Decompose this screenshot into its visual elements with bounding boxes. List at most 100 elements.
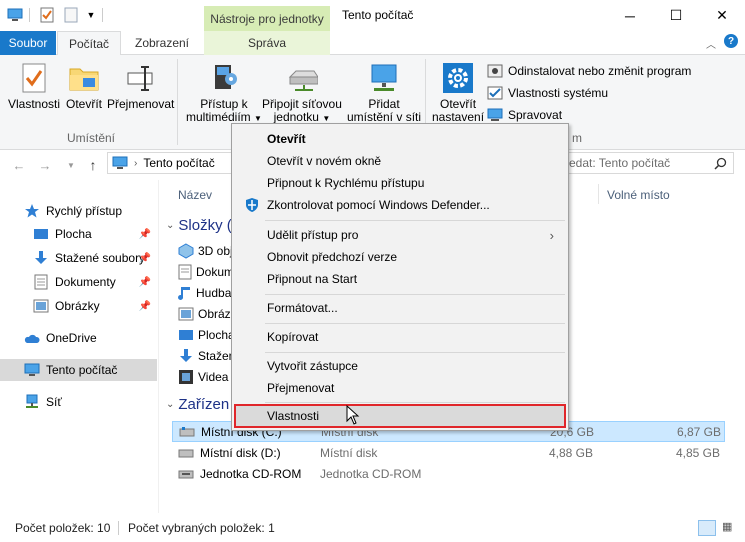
customize-quick-access-icon[interactable]: ▼ [82,6,100,24]
minimize-button[interactable]: ─ [607,0,653,31]
large-icons-view-icon[interactable]: ▦ [722,520,738,536]
rename-ribbon-button[interactable]: Přejmenovat [107,61,174,111]
column-header-name[interactable]: Název [178,188,212,202]
mouse-cursor-icon [346,405,360,425]
search-input[interactable]: edat: Tento počítač [566,152,734,174]
collapse-ribbon-icon[interactable]: ︿ [706,36,716,51]
system-properties-button[interactable]: Vlastnosti systému [487,83,608,103]
close-button[interactable]: ✕ [699,0,745,31]
shield-icon [246,198,258,212]
chevron-down-icon: ▼ [322,114,331,123]
network-location-icon [368,61,400,95]
maximize-button[interactable]: ☐ [653,0,699,31]
download-icon [33,250,49,266]
sidebar-item-desktop[interactable]: Plocha 📌 [0,223,157,245]
pictures-icon [178,307,194,321]
tab-view[interactable]: Zobrazení [121,31,203,55]
menu-item-create-shortcut[interactable]: Vytvořit zástupce [234,355,566,377]
menu-item-restore-previous[interactable]: Obnovit předchozí verze [234,246,566,268]
divider [598,184,599,204]
list-item[interactable]: Dokum [178,262,234,282]
up-arrow-icon[interactable]: ↑ [84,156,102,174]
list-item[interactable]: Videa [178,367,228,387]
sidebar-item-network[interactable]: Síť [0,391,157,413]
manage-button[interactable]: Spravovat [487,105,562,125]
new-folder-quick-icon[interactable] [62,6,80,24]
list-item-label: Stažen [198,349,236,363]
folders-group-header[interactable]: ⌄ Složky ( [166,217,232,234]
location-group-label: Umístění [67,131,116,145]
menu-item-grant-access[interactable]: Udělit přístup pro › [234,224,566,246]
properties-ribbon-button[interactable]: Vlastnosti [8,61,60,111]
divider [118,520,119,535]
table-row[interactable]: Místní disk (D:) Místní disk 4,88 GB 4,8… [172,442,725,463]
menu-item-copy[interactable]: Kopírovat [234,326,566,348]
uninstall-icon [487,64,503,78]
devices-group-label: Zařízen [178,396,230,413]
menu-item-properties[interactable]: Vlastnosti [234,404,566,428]
sidebar-item-downloads[interactable]: Stažené soubory 📌 [0,247,157,269]
add-network-location-button[interactable]: Přidat umístění v síti [347,61,421,124]
open-label: Otevřít [66,97,103,111]
sidebar-item-pictures[interactable]: Obrázky 📌 [0,295,157,317]
list-item-label: Hudba [196,286,232,300]
video-icon [179,370,193,384]
title-bar: ▼ Nástroje pro jednotky Tento počítač ─ … [0,0,745,31]
recent-locations-icon[interactable]: ▼ [62,156,80,174]
pin-icon: 📌 [138,300,151,312]
breadcrumb[interactable]: Tento počítač [143,156,214,170]
sidebar-item-onedrive[interactable]: OneDrive [0,327,157,349]
list-item-label: Obráz [198,307,231,321]
system-properties-label: Vlastnosti systému [508,86,609,100]
drive-name-cell: Místní disk (D:) [172,446,320,460]
media-access-button[interactable]: Přístup k multimédiím ▼ [186,61,262,125]
map-drive-button[interactable]: Připojit síťovou jednotku ▼ [262,61,342,125]
menu-item-defender-scan[interactable]: Zkontrolovat pomocí Windows Defender... [234,194,566,216]
list-item[interactable]: Obráz [178,304,231,324]
drive-free: 6,87 GB [676,424,721,439]
manage-label: Spravovat [508,108,563,122]
list-item[interactable]: Hudba [178,283,231,303]
menu-item-pin-quick-access[interactable]: Připnout k Rychlému přístupu [234,172,566,194]
tab-file[interactable]: Soubor [0,31,56,55]
list-item[interactable]: Stažen [178,346,235,366]
documents-icon [178,264,192,280]
search-icon[interactable] [714,157,727,170]
tab-computer[interactable]: Počítač [57,31,121,56]
divider [265,323,565,324]
list-item[interactable]: Plocha [178,325,235,345]
sidebar-item-quick-access[interactable]: Rychlý přístup [0,200,157,222]
column-header-free-space[interactable]: Volné místo [607,188,670,202]
system-properties-icon [487,86,503,100]
menu-item-rename[interactable]: Přejmenovat [234,377,566,399]
ribbon-tabs: Soubor Počítač Zobrazení Správa ︿ ? [0,31,745,56]
menu-item-format[interactable]: Formátovat... [234,297,566,319]
sidebar-item-this-pc[interactable]: Tento počítač [0,359,157,381]
sidebar-item-label: Tento počítač [46,363,118,377]
list-item[interactable]: 3D obj [178,241,233,261]
pin-icon: 📌 [138,252,151,264]
table-row[interactable]: Jednotka CD-ROM Jednotka CD-ROM [172,463,725,484]
forward-arrow-icon[interactable]: → [36,156,54,174]
devices-group-header[interactable]: ⌄ Zařízen [166,396,229,413]
properties-quick-icon[interactable] [38,6,56,24]
back-arrow-icon[interactable]: ← [10,156,28,174]
details-view-icon[interactable] [698,520,716,536]
open-settings-button[interactable]: Otevřít nastavení [432,61,484,124]
sidebar-item-label: Plocha [55,227,92,241]
tab-manage[interactable]: Správa [204,31,330,55]
uninstall-program-button[interactable]: Odinstalovat nebo změnit program [487,61,691,81]
address-bar[interactable]: › Tento počítač [107,152,237,174]
list-item-label: Plocha [198,328,235,342]
computer-icon[interactable] [6,6,24,24]
menu-item-open[interactable]: Otevřít [234,128,566,150]
menu-item-open-new-window[interactable]: Otevřít v novém okně [234,150,566,172]
sidebar-item-documents[interactable]: Dokumenty 📌 [0,271,157,293]
computer-icon [112,156,128,169]
open-ribbon-button[interactable]: Otevřít [66,61,102,111]
rename-label: Přejmenovat [107,97,175,111]
help-icon[interactable]: ? [724,34,738,48]
desktop-icon [179,330,193,340]
menu-item-pin-start[interactable]: Připnout na Start [234,268,566,290]
folder-open-icon [68,61,100,95]
